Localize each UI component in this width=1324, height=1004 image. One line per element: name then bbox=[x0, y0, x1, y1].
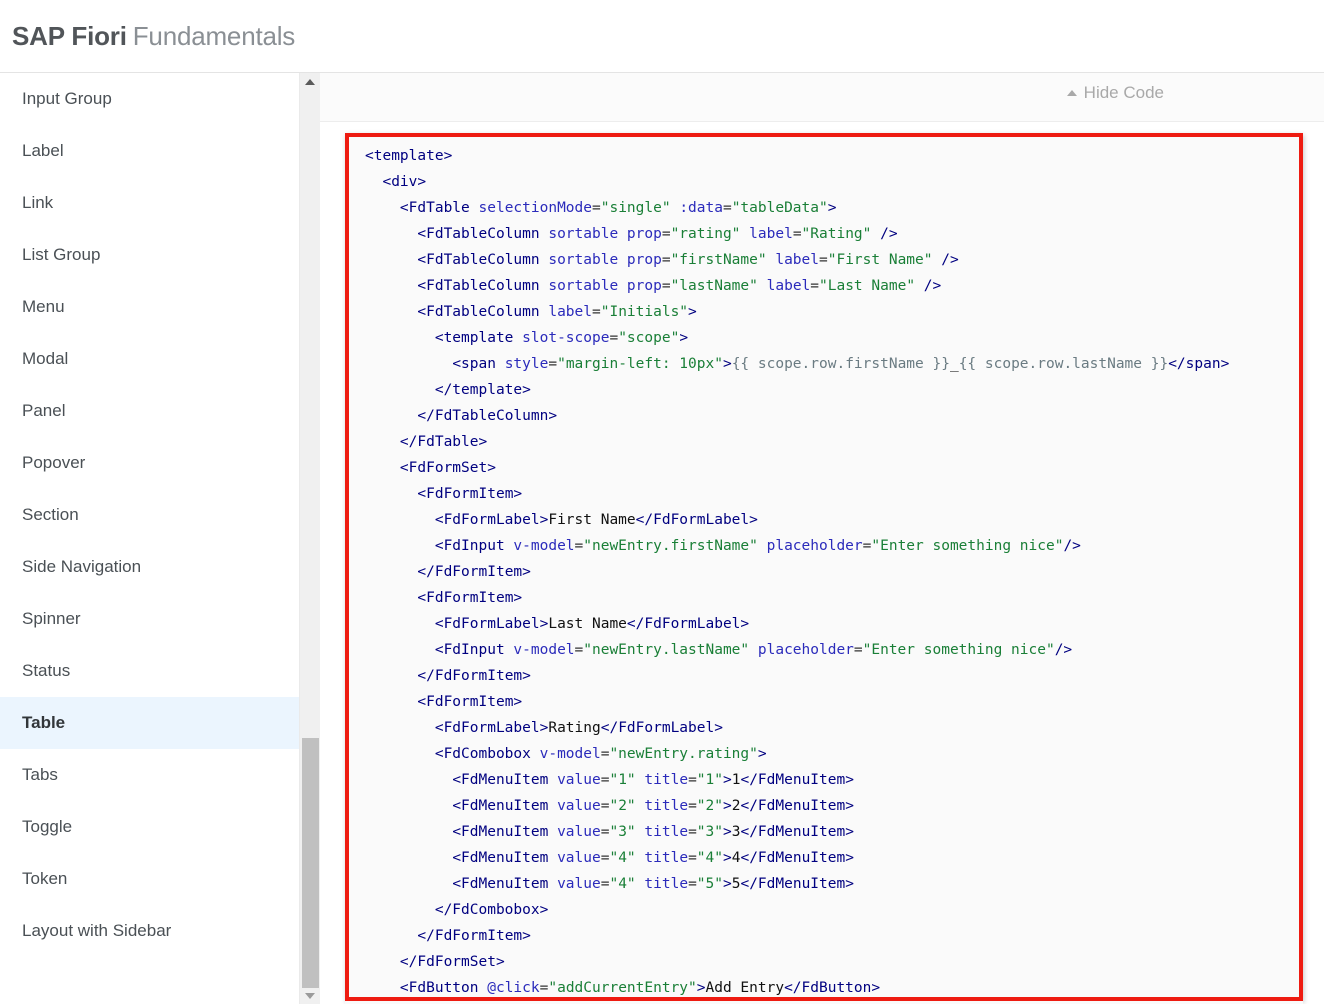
sidebar-item-list-group[interactable]: List Group bbox=[0, 229, 299, 281]
sidebar-item-table[interactable]: Table bbox=[0, 697, 299, 749]
app-body: Input Group Label Link List Group Menu Modal P… bbox=[0, 73, 1324, 1004]
hide-code-button[interactable]: Hide Code bbox=[1066, 83, 1164, 103]
caret-up-icon bbox=[1066, 90, 1077, 96]
sidebar-item-link[interactable]: Link bbox=[0, 177, 299, 229]
sidebar-item-side-navigation[interactable]: Side Navigation bbox=[0, 541, 299, 593]
brand-name-secondary: Fundamentals bbox=[132, 20, 296, 51]
hide-code-label: Hide Code bbox=[1083, 83, 1164, 102]
code-toolbar: Hide Code bbox=[320, 73, 1324, 122]
sidebar-item-section[interactable]: Section bbox=[0, 489, 299, 541]
brand-name-primary: SAP Fiori bbox=[12, 20, 127, 51]
sidebar-item-popover[interactable]: Popover bbox=[0, 437, 299, 489]
sidebar-item-label: Input Group bbox=[22, 89, 112, 108]
sidebar-scrollbar[interactable] bbox=[299, 73, 320, 1004]
sidebar-item-panel[interactable]: Panel bbox=[0, 385, 299, 437]
main-content: Hide Code <template> <div> <FdTable sele… bbox=[320, 73, 1324, 1004]
code-snippet-container[interactable]: <template> <div> <FdTable selectionMode=… bbox=[349, 137, 1229, 997]
sidebar-item-label: Label bbox=[22, 141, 64, 160]
sidebar-item-label: Table bbox=[22, 713, 66, 732]
sidebar-item-label: Menu bbox=[22, 297, 65, 316]
sidebar-item-layout-with-sidebar[interactable]: Layout with Sidebar bbox=[0, 905, 299, 957]
code-snippet-highlight-box: <template> <div> <FdTable selectionMode=… bbox=[345, 133, 1303, 1001]
sidebar-item-token[interactable]: Token bbox=[0, 853, 299, 905]
sidebar-item-input-group[interactable]: Input Group bbox=[0, 73, 299, 125]
sidebar-item-label: Section bbox=[22, 505, 79, 524]
code-snippet[interactable]: <template> <div> <FdTable selectionMode=… bbox=[365, 143, 1229, 997]
sidebar-item-label: Tabs bbox=[22, 765, 58, 784]
app-brand: SAP Fiori Fundamentals bbox=[12, 21, 295, 52]
sidebar-item-label: Modal bbox=[22, 349, 69, 368]
sidebar-item-label: Popover bbox=[22, 453, 86, 472]
sidebar-item-modal[interactable]: Modal bbox=[0, 333, 299, 385]
sidebar: Input Group Label Link List Group Menu Modal P… bbox=[0, 73, 320, 1004]
scrollbar-up-arrow-icon[interactable] bbox=[300, 73, 320, 90]
sidebar-item-spinner[interactable]: Spinner bbox=[0, 593, 299, 645]
sidebar-item-label: Status bbox=[22, 661, 71, 680]
sidebar-item-status[interactable]: Status bbox=[0, 645, 299, 697]
sidebar-item-label: Layout with Sidebar bbox=[22, 921, 172, 940]
sidebar-item-label: Panel bbox=[22, 401, 66, 420]
sidebar-item-label: List Group bbox=[22, 245, 101, 264]
sidebar-item-label: Token bbox=[22, 869, 68, 888]
sidebar-item-label: Toggle bbox=[22, 817, 73, 836]
sidebar-nav-list: Input Group Label Link List Group Menu Modal P… bbox=[0, 73, 299, 1004]
sidebar-item-toggle[interactable]: Toggle bbox=[0, 801, 299, 853]
scrollbar-thumb[interactable] bbox=[302, 738, 319, 988]
sidebar-item-tabs[interactable]: Tabs bbox=[0, 749, 299, 801]
sidebar-item-label[interactable]: Label bbox=[0, 125, 299, 177]
sidebar-item-menu[interactable]: Menu bbox=[0, 281, 299, 333]
sidebar-item-label: Spinner bbox=[22, 609, 81, 628]
sidebar-item-label: Side Navigation bbox=[22, 557, 142, 576]
sidebar-item-label: Link bbox=[22, 193, 54, 212]
scrollbar-down-arrow-icon[interactable] bbox=[300, 987, 320, 1004]
app-header: SAP Fiori Fundamentals bbox=[0, 0, 1324, 73]
